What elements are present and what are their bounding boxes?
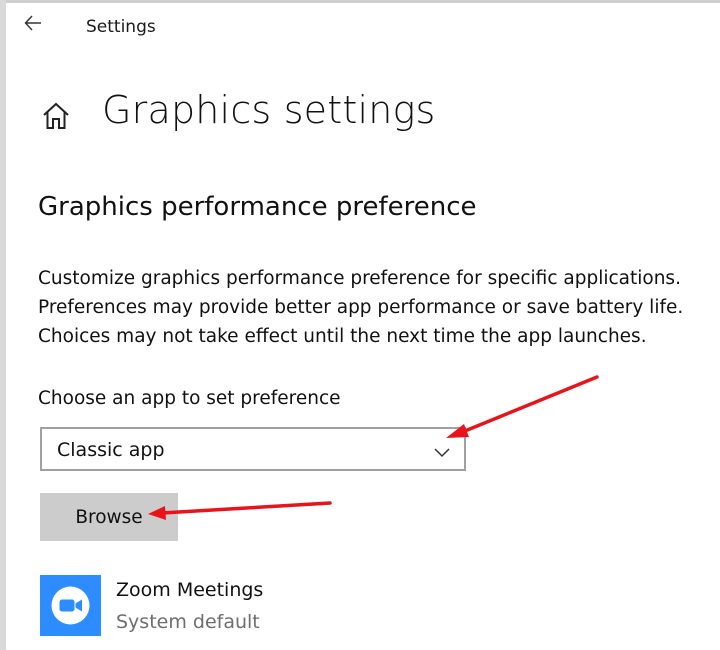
description-line: Preferences may provide better app perfo… — [38, 297, 684, 318]
red-arrow-icon — [446, 375, 599, 438]
zoom-camera-icon — [40, 575, 101, 636]
back-arrow-icon[interactable] — [22, 12, 44, 34]
window-title: Settings — [86, 17, 156, 37]
chevron-down-icon — [434, 443, 450, 458]
page-title: Graphics settings — [102, 88, 436, 132]
section-title: Graphics performance preference — [38, 192, 477, 222]
app-type-dropdown[interactable]: Classic app — [40, 427, 466, 471]
section-description: Customize graphics performance preferenc… — [38, 264, 718, 351]
window-left-edge — [0, 0, 6, 650]
title-bar: Settings — [0, 0, 720, 58]
app-name: Zoom Meetings — [116, 579, 264, 601]
app-preference-status: System default — [116, 611, 260, 633]
description-line: Customize graphics performance preferenc… — [38, 268, 681, 289]
home-icon[interactable] — [40, 100, 72, 132]
app-chooser-label: Choose an app to set preference — [38, 388, 341, 409]
description-line: Choices may not take effect until the ne… — [38, 326, 647, 347]
dropdown-selected-value: Classic app — [57, 439, 165, 461]
app-list-item[interactable]: Zoom Meetings System default — [40, 575, 440, 639]
browse-button[interactable]: Browse — [40, 493, 178, 541]
